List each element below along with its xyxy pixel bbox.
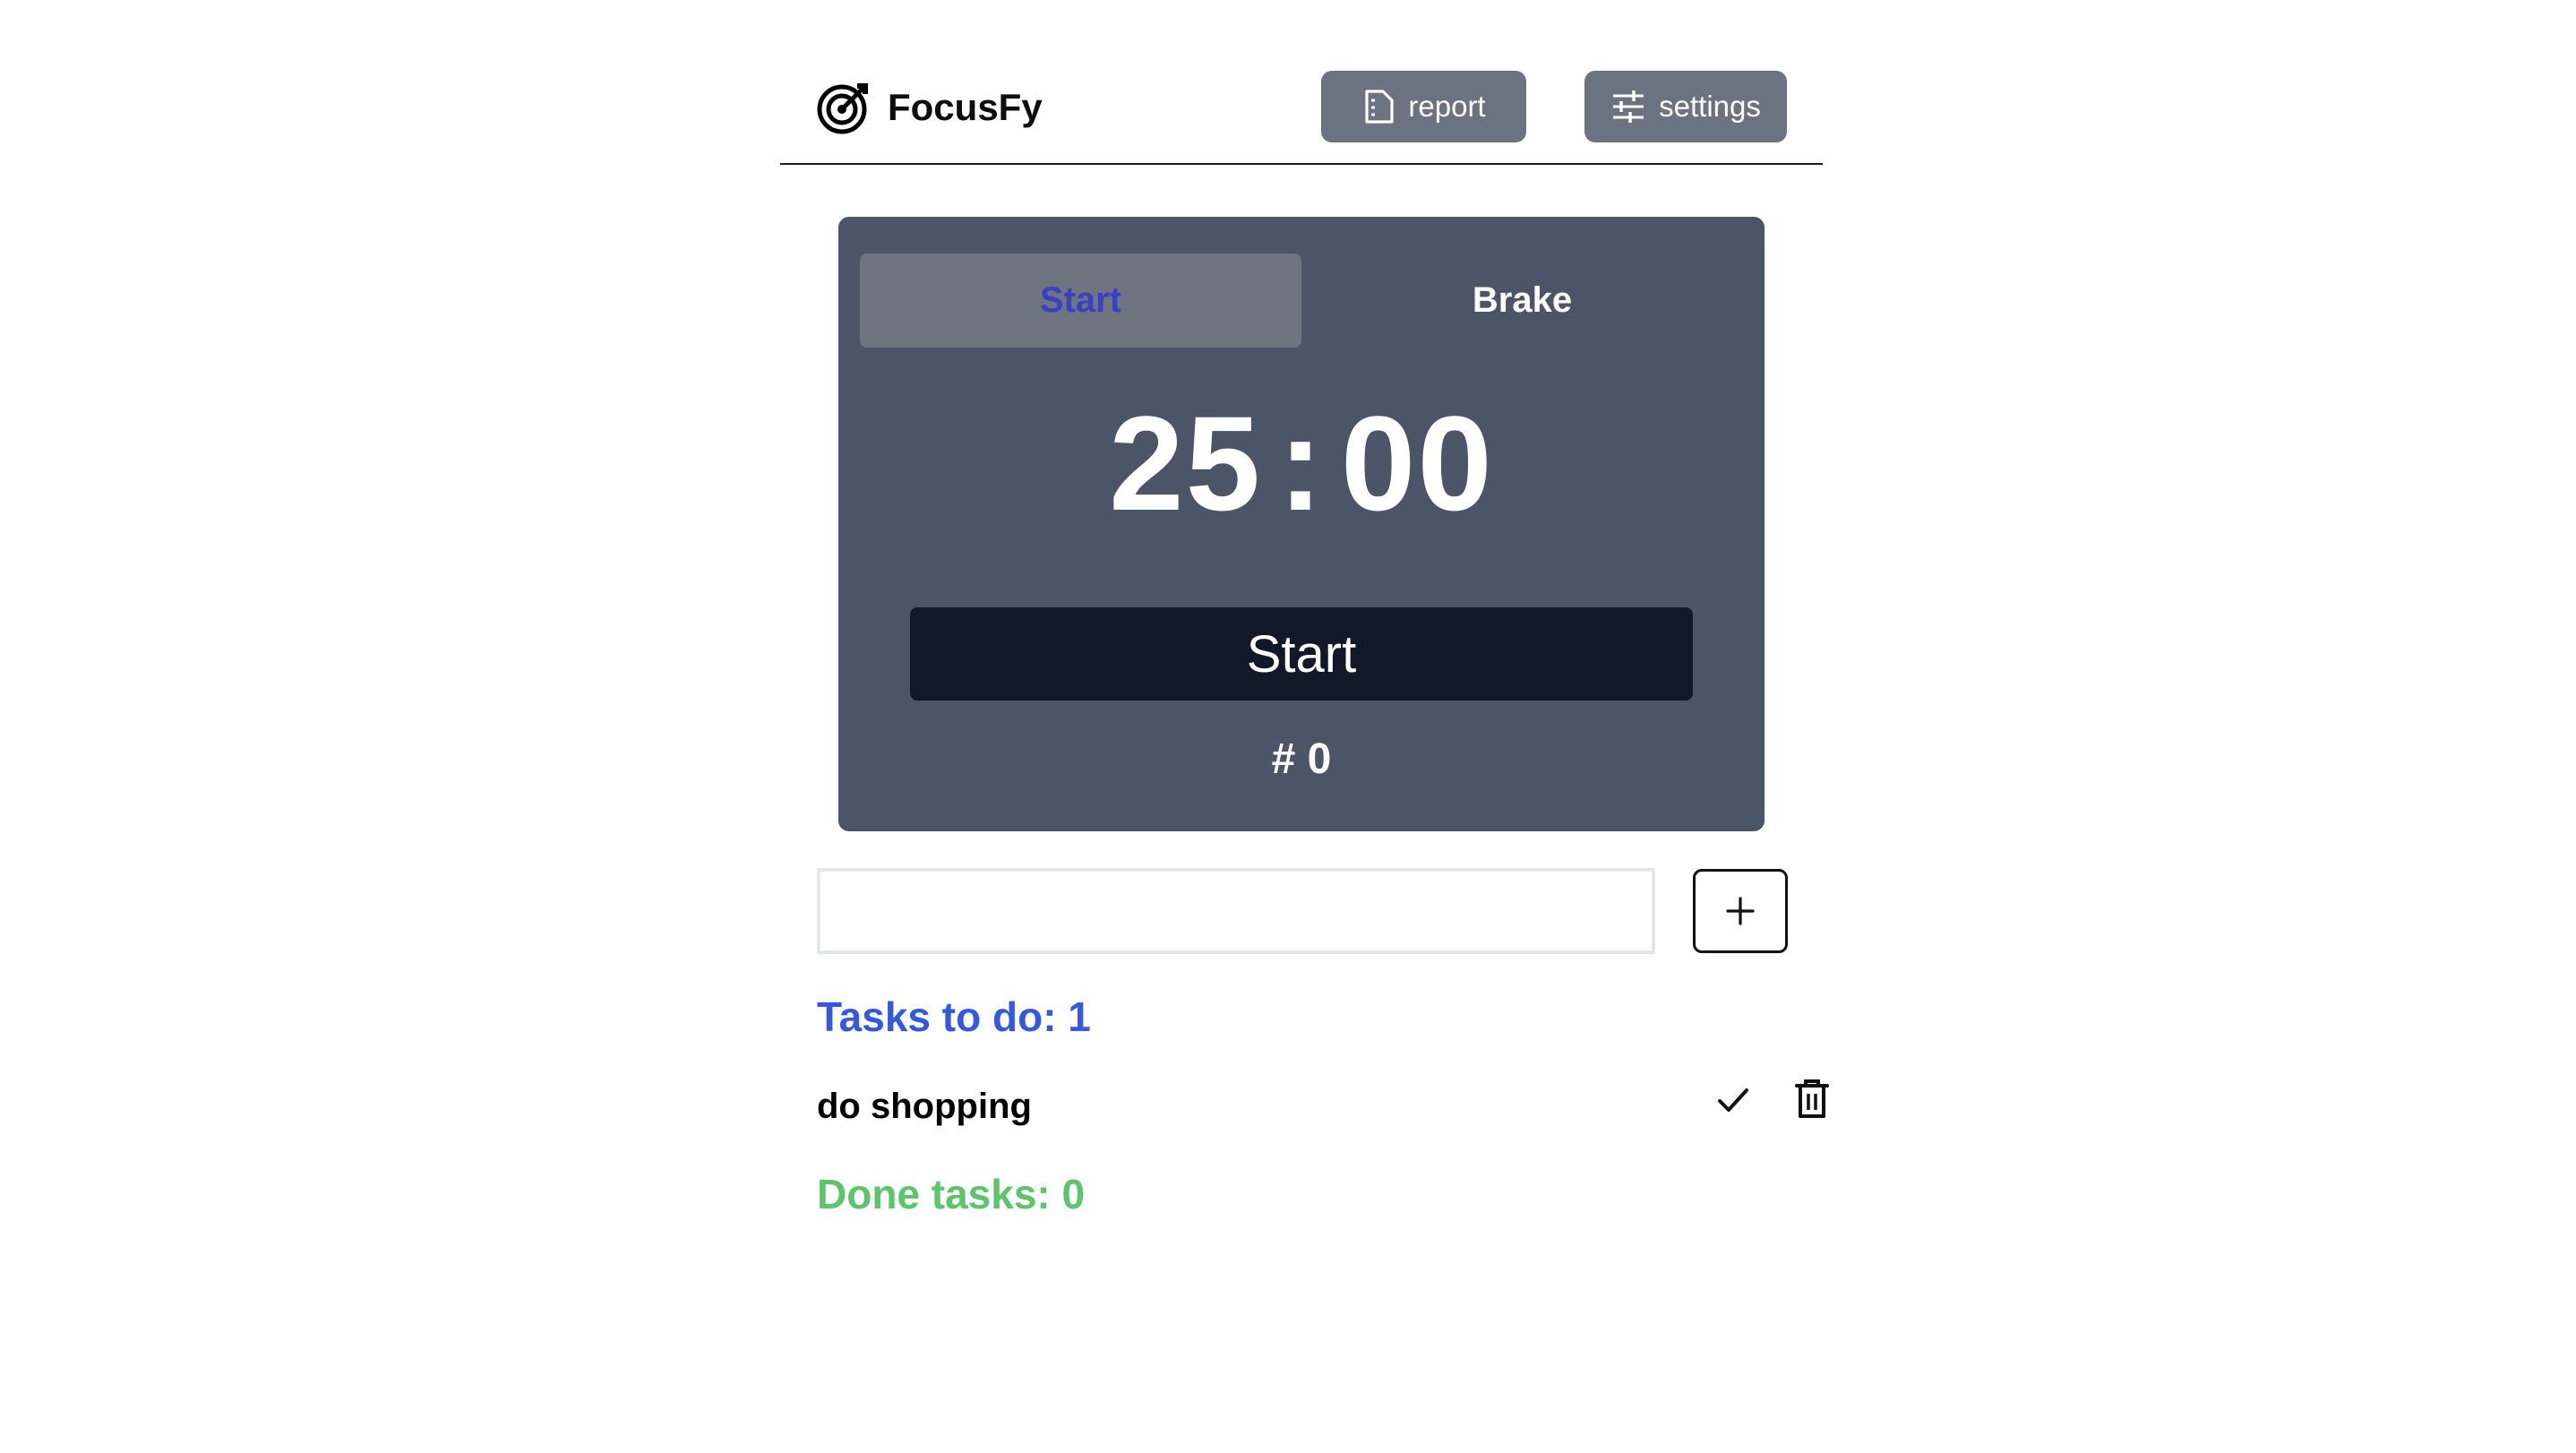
tab-start[interactable]: Start (860, 254, 1301, 348)
task-input[interactable] (817, 868, 1655, 954)
trash-icon (1795, 1079, 1829, 1118)
report-label: report (1408, 90, 1486, 123)
timer-seconds: 00 (1340, 388, 1494, 538)
timer-minutes: 25 (1109, 388, 1263, 538)
report-button[interactable]: report (1321, 71, 1526, 142)
app-container: FocusFy report settings Start Brake 25:… (780, 0, 1829, 1453)
brand[interactable]: FocusFy (816, 78, 1043, 137)
document-icon (1365, 90, 1394, 124)
complete-task-button[interactable] (1713, 1079, 1754, 1121)
delete-task-button[interactable] (1792, 1077, 1832, 1122)
header: FocusFy report settings (780, 0, 1823, 165)
settings-label: settings (1659, 90, 1761, 123)
task-item: do shopping (817, 1079, 1829, 1142)
check-icon (1718, 1088, 1748, 1112)
settings-button[interactable]: settings (1584, 71, 1787, 142)
app-name: FocusFy (888, 86, 1043, 128)
start-timer-button[interactable]: Start (910, 607, 1693, 701)
task-text: do shopping (817, 1087, 1032, 1126)
add-task-button[interactable] (1693, 869, 1788, 953)
timer-separator: : (1278, 388, 1325, 538)
round-counter: # 0 (1271, 735, 1332, 783)
sliders-icon (1613, 90, 1644, 123)
done-section-title: Done tasks: 0 (817, 1171, 1086, 1217)
plus-icon (1726, 897, 1755, 925)
timer-display: 25:00 (838, 387, 1765, 539)
target-arrow-icon (816, 80, 872, 135)
todo-section-title: Tasks to do: 1 (817, 993, 1091, 1040)
timer-card: Start Brake 25:00 Start # 0 (838, 217, 1765, 831)
tab-brake[interactable]: Brake (1301, 254, 1743, 348)
